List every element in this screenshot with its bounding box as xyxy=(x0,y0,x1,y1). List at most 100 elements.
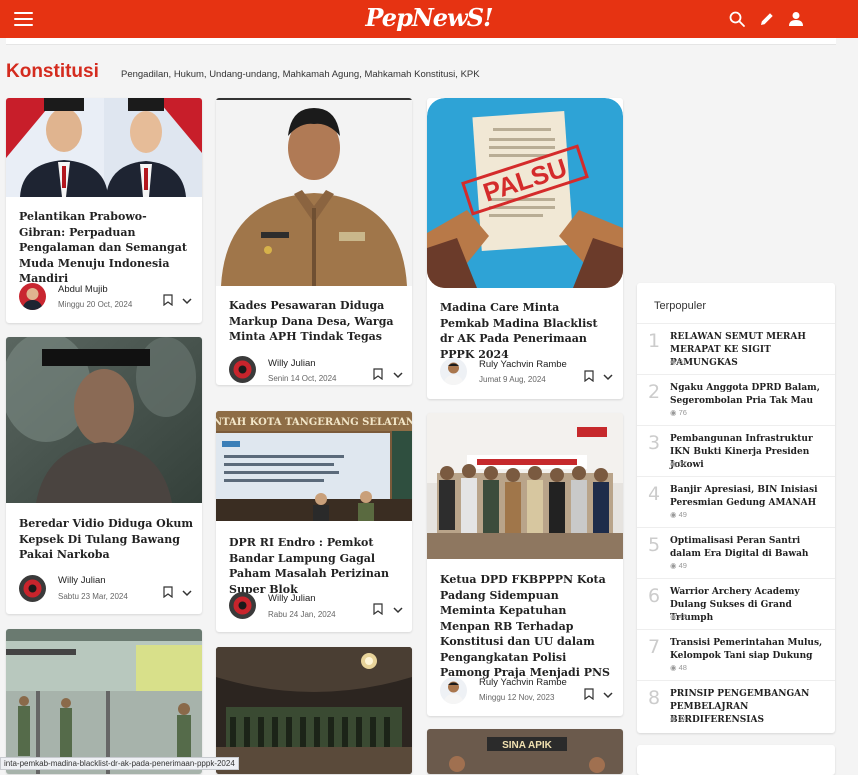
popular-title[interactable]: Banjir Apresiasi, BIN Inisiasi Peresmian… xyxy=(670,484,830,510)
rank-number: 3 xyxy=(648,432,661,454)
popular-title[interactable]: Ngaku Anggota DPRD Balam, Segerombolan P… xyxy=(670,382,830,408)
eye-icon: ◉ xyxy=(670,459,677,468)
popular-title[interactable]: Transisi Pemerintahan Mulus, Kelompok Ta… xyxy=(670,637,830,663)
popular-item[interactable]: 1 RELAWAN SEMUT MERAH MERAPAT KE SIGIT P… xyxy=(637,323,835,375)
chevron-down-icon[interactable] xyxy=(393,607,403,614)
article-title[interactable]: DPR RI Endro : Pemkot Bandar Lampung Gag… xyxy=(229,535,405,597)
article-card[interactable]: Kades Pesawaran Diduga Markup Dana Desa,… xyxy=(216,98,412,385)
view-count-value: 48 xyxy=(678,663,687,672)
article-thumbnail[interactable] xyxy=(216,98,412,286)
user-icon[interactable] xyxy=(787,10,805,28)
chevron-down-icon[interactable] xyxy=(182,298,192,305)
bookmark-icon[interactable] xyxy=(584,688,594,700)
article-card[interactable] xyxy=(216,647,412,774)
bookmark-icon[interactable] xyxy=(584,370,594,382)
author-name[interactable]: Willy Julian xyxy=(268,358,316,369)
section-title: Konstitusi xyxy=(6,61,99,82)
popular-title[interactable]: Warrior Archery Academy Dulang Sukses di… xyxy=(670,586,830,625)
popular-item[interactable]: 5 Optimalisasi Peran Santri dalam Era Di… xyxy=(637,527,835,579)
article-title[interactable]: Ketua DPD FKBPPPN Kota Padang Sidempuan … xyxy=(440,572,616,681)
article-thumbnail[interactable] xyxy=(6,337,202,503)
article-thumbnail[interactable]: SINA APIK xyxy=(427,729,623,774)
sub-navbar xyxy=(6,38,836,45)
status-bar-url: inta-pemkab-madina-blacklist-dr-ak-pada-… xyxy=(0,757,239,770)
rank-number: 8 xyxy=(648,687,661,709)
author-name[interactable]: Ruly Yachvin Rambe xyxy=(479,677,567,688)
article-thumbnail[interactable]: NTAH KOTA TANGERANG SELATAN xyxy=(216,411,412,521)
article-title[interactable]: Madina Care Minta Pemkab Madina Blacklis… xyxy=(440,300,610,362)
chevron-down-icon[interactable] xyxy=(182,590,192,597)
article-card[interactable]: Ketua DPD FKBPPPN Kota Padang Sidempuan … xyxy=(427,413,623,716)
article-thumbnail[interactable] xyxy=(6,98,202,197)
rank-number: 4 xyxy=(648,483,661,505)
view-count-value: 49 xyxy=(678,510,687,519)
article-date: Rabu 24 Jan, 2024 xyxy=(268,610,336,619)
bookmark-icon[interactable] xyxy=(163,294,173,306)
author-avatar xyxy=(229,356,256,383)
bookmark-icon[interactable] xyxy=(163,586,173,598)
sign-text: SINA APIK xyxy=(502,740,553,751)
sidebar-widget xyxy=(637,745,835,775)
top-bar: PepNewS! xyxy=(0,0,858,38)
popular-title[interactable]: PRINSIP PENGEMBANGAN PEMBELAJRAN BERDIFE… xyxy=(670,688,830,727)
article-date: Jumat 9 Aug, 2024 xyxy=(479,375,546,384)
article-thumbnail[interactable] xyxy=(6,629,202,774)
article-card[interactable]: Beredar Vidio Diduga Okum Kepsek Di Tula… xyxy=(6,337,202,614)
banner-text: NTAH KOTA TANGERANG SELATAN xyxy=(216,417,412,428)
view-count-value: 91 xyxy=(678,357,687,366)
popular-sidebar: Terpopuler 1 RELAWAN SEMUT MERAH MERAPAT… xyxy=(637,283,835,733)
popular-title[interactable]: Pembangunan Infrastruktur IKN Bukti Kine… xyxy=(670,433,830,472)
chevron-down-icon[interactable] xyxy=(603,692,613,699)
popular-title[interactable]: RELAWAN SEMUT MERAH MERAPAT KE SIGIT PAM… xyxy=(670,331,830,370)
popular-item[interactable]: 4 Banjir Apresiasi, BIN Inisiasi Peresmi… xyxy=(637,476,835,528)
view-count: ◉ 49 xyxy=(670,510,687,519)
article-date: Minggu 12 Nov, 2023 xyxy=(479,693,555,702)
view-count: ◉ 91 xyxy=(670,357,687,366)
article-title[interactable]: Pelantikan Prabowo-Gibran: Perpaduan Pen… xyxy=(19,209,189,287)
article-card[interactable] xyxy=(6,629,202,774)
article-date: Senin 14 Oct, 2024 xyxy=(268,374,337,383)
bookmark-icon[interactable] xyxy=(373,368,383,380)
article-title[interactable]: Kades Pesawaran Diduga Markup Dana Desa,… xyxy=(229,298,399,345)
article-card[interactable]: PALSU Madina Care Minta Pemkab Madina Bl… xyxy=(427,98,623,399)
popular-item[interactable]: 2 Ngaku Anggota DPRD Balam, Segerombolan… xyxy=(637,374,835,426)
article-date: Minggu 20 Oct, 2024 xyxy=(58,300,133,309)
popular-item[interactable]: 8 PRINSIP PENGEMBANGAN PEMBELAJRAN BERDI… xyxy=(637,680,835,732)
article-thumbnail[interactable] xyxy=(427,413,623,559)
rank-number: 7 xyxy=(648,636,661,658)
author-name[interactable]: Ruly Yachvin Rambe xyxy=(479,359,567,370)
author-name[interactable]: Abdul Mujib xyxy=(58,284,108,295)
chevron-down-icon[interactable] xyxy=(603,374,613,381)
article-card[interactable]: Pelantikan Prabowo-Gibran: Perpaduan Pen… xyxy=(6,98,202,323)
eye-icon: ◉ xyxy=(670,714,677,723)
article-card[interactable]: SINA APIK xyxy=(427,729,623,774)
author-avatar xyxy=(440,677,467,704)
pencil-icon[interactable] xyxy=(758,10,776,28)
article-card[interactable]: NTAH KOTA TANGERANG SELATAN DPR RI Endro… xyxy=(216,411,412,632)
author-avatar xyxy=(229,592,256,619)
view-count-value: 49 xyxy=(678,561,687,570)
author-name[interactable]: Willy Julian xyxy=(58,575,106,586)
chevron-down-icon[interactable] xyxy=(393,372,403,379)
search-icon[interactable] xyxy=(728,10,746,28)
view-count-value: 76 xyxy=(678,408,687,417)
view-count: ◉ 76 xyxy=(670,408,687,417)
popular-item[interactable]: 3 Pembangunan Infrastruktur IKN Bukti Ki… xyxy=(637,425,835,477)
rank-number: 2 xyxy=(648,381,661,403)
article-thumbnail[interactable]: PALSU xyxy=(427,98,623,288)
popular-title[interactable]: Optimalisasi Peran Santri dalam Era Digi… xyxy=(670,535,830,561)
popular-item[interactable]: 6 Warrior Archery Academy Dulang Sukses … xyxy=(637,578,835,630)
popular-item[interactable]: 7 Transisi Pemerintahan Mulus, Kelompok … xyxy=(637,629,835,681)
view-count: ◉ 67 xyxy=(670,459,687,468)
eye-icon: ◉ xyxy=(670,357,677,366)
author-avatar xyxy=(440,358,467,385)
eye-icon: ◉ xyxy=(670,612,677,621)
eye-icon: ◉ xyxy=(670,663,677,672)
article-title[interactable]: Beredar Vidio Diduga Okum Kepsek Di Tula… xyxy=(19,516,194,563)
author-name[interactable]: Willy Julian xyxy=(268,593,316,604)
article-thumbnail[interactable] xyxy=(216,647,412,774)
view-count: ◉ 34 xyxy=(670,714,687,723)
view-count: ◉ 49 xyxy=(670,561,687,570)
view-count: ◉ 48 xyxy=(670,612,687,621)
bookmark-icon[interactable] xyxy=(373,603,383,615)
